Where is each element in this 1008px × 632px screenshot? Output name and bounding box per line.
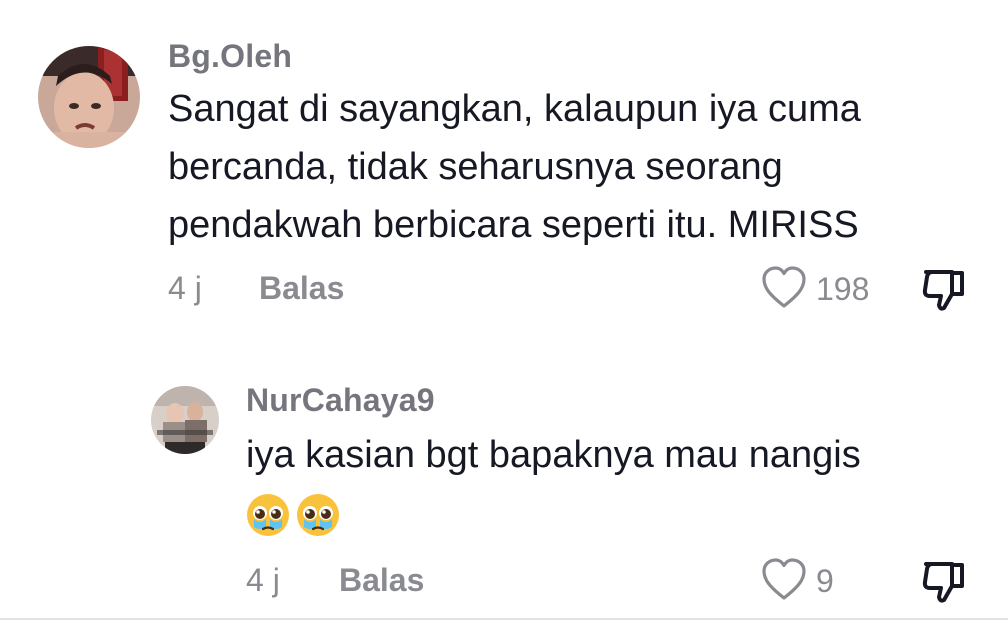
thumbs-down-icon [918, 562, 970, 612]
heart-outline-icon [760, 264, 808, 315]
heart-outline-icon [760, 556, 808, 607]
dislike-button[interactable] [918, 264, 970, 321]
avatar[interactable] [38, 46, 140, 148]
like-count: 9 [816, 563, 834, 599]
reply-comment-item: NurCahaya9 iya kasian bgt bapaknya mau n… [0, 330, 1008, 618]
thumbs-down-icon [918, 270, 970, 320]
dislike-button[interactable] [918, 556, 970, 613]
comment-text: Sangat di sayangkan, kalaupun iya cuma b… [168, 88, 861, 246]
reply-button[interactable]: Balas [339, 562, 424, 599]
like-count: 198 [816, 271, 870, 307]
reply-button[interactable]: Balas [259, 270, 344, 307]
divider [0, 618, 1008, 620]
comment-timestamp: 4 j [168, 270, 202, 306]
comment-text-content: iya kasian bgt bapaknya mau nangis [246, 434, 861, 476]
comment-username[interactable]: NurCahaya9 [246, 382, 435, 419]
comment-username[interactable]: Bg.Oleh [168, 38, 292, 75]
pleading-face-emoji [246, 493, 290, 537]
comment-timestamp: 4 j [246, 562, 280, 598]
like-button[interactable]: 198 [760, 264, 869, 315]
pleading-face-emoji [296, 493, 340, 537]
avatar[interactable] [151, 386, 219, 454]
like-button[interactable]: 9 [760, 556, 834, 607]
comment-item: Bg.Oleh Sangat di sayangkan, kalaupun iy… [0, 0, 1008, 330]
comment-text: iya kasian bgt bapaknya mau nangis [246, 426, 986, 542]
